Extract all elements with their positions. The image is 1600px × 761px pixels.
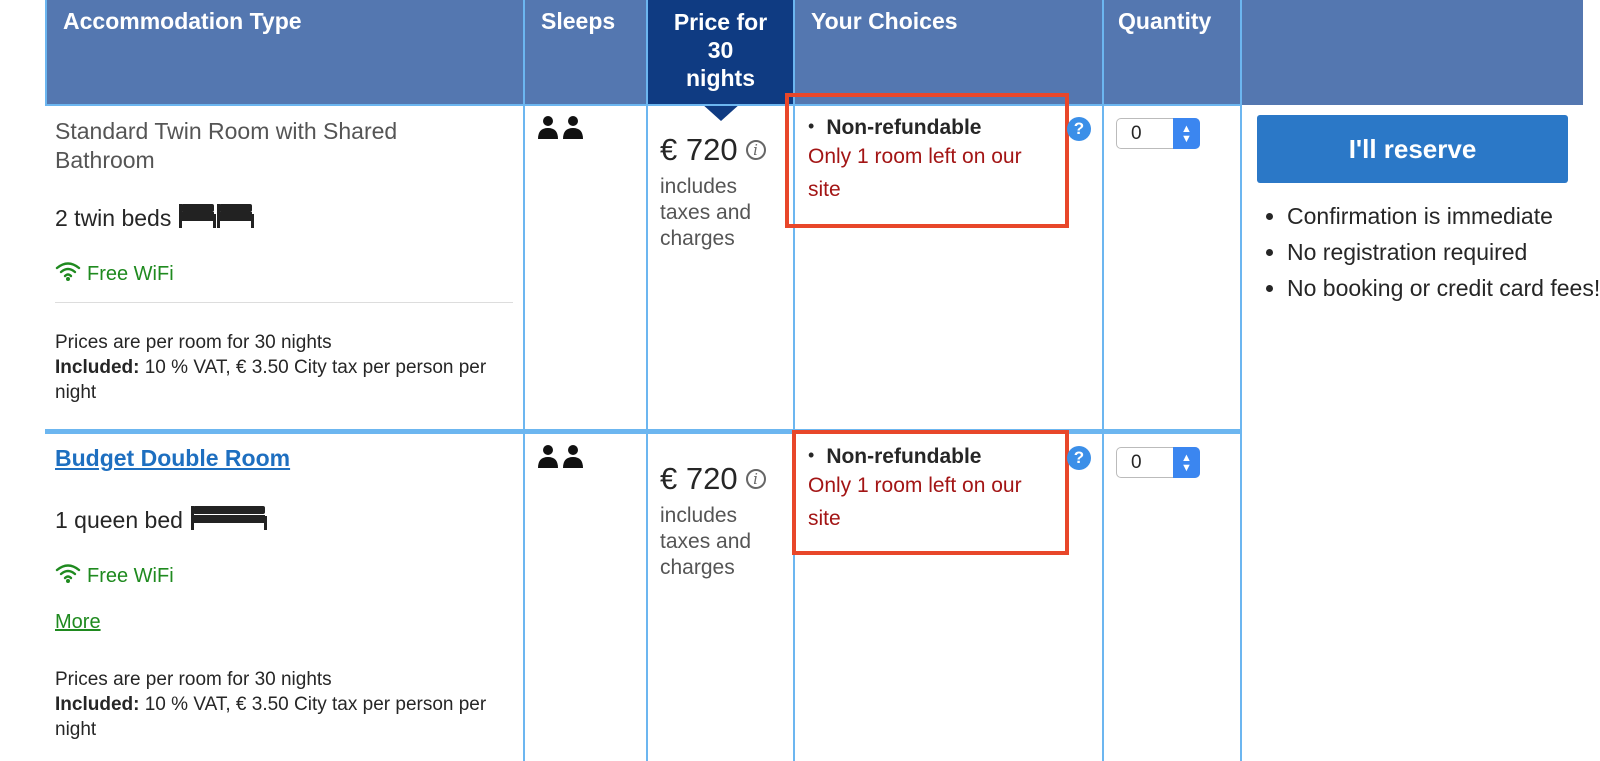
room-price: € 720 i [660, 132, 766, 168]
header-price-line1: Price for [673, 9, 768, 35]
question-icon[interactable]: ? [1067, 117, 1091, 141]
included-label: Included: [55, 694, 140, 715]
grid-line [646, 0, 648, 761]
highlight-box [792, 430, 1069, 555]
stepper-icon[interactable]: ▲ ▼ [1173, 447, 1200, 478]
prices-note: Prices are per room for 30 nights Includ… [55, 330, 495, 405]
header-sleeps: Sleeps [541, 8, 616, 34]
quantity-select[interactable]: 0 ▲ ▼ [1116, 447, 1200, 478]
included-text: Included: 10 % VAT, € 3.50 City tax per … [55, 355, 495, 405]
room-beds: 2 twin beds [55, 202, 255, 234]
room-price: € 720 i [660, 461, 766, 497]
quantity-value: 0 [1131, 451, 1142, 473]
twin-bed-icon [179, 202, 255, 234]
question-icon[interactable]: ? [1067, 446, 1091, 470]
included-text: Included: 10 % VAT, € 3.50 City tax per … [55, 692, 495, 742]
reserve-button[interactable]: I'll reserve [1257, 115, 1568, 183]
price-taxes-note: includes taxes and charges [660, 504, 752, 579]
prices-note: Prices are per room for 30 nights Includ… [55, 667, 495, 742]
highlight-box [785, 93, 1069, 228]
room-name: Standard Twin Room with Shared Bathroom [55, 118, 398, 173]
price-value: € 720 [660, 461, 738, 496]
header-price-line3: nights [686, 65, 755, 91]
stepper-icon[interactable]: ▲ ▼ [1173, 118, 1200, 149]
room-wifi-label: Free WiFi [87, 564, 174, 587]
room-wifi: Free WiFi [55, 562, 174, 590]
prices-note-text: Prices are per room for 30 nights [55, 669, 332, 690]
grid-line [1240, 0, 1242, 761]
queen-bed-icon [190, 504, 267, 536]
room-wifi-label: Free WiFi [87, 262, 174, 285]
header-your-choices: Your Choices [811, 8, 958, 34]
wifi-icon [55, 260, 81, 288]
info-icon[interactable]: i [745, 469, 766, 489]
room-wifi: Free WiFi [55, 260, 174, 288]
price-taxes-note: includes taxes and charges [660, 175, 752, 250]
price-value: € 720 [660, 132, 738, 167]
grid-line [1102, 0, 1104, 761]
perk-item: No booking or credit card fees! [1287, 274, 1600, 303]
room-beds-label: 2 twin beds [55, 204, 172, 231]
reserve-perks: Confirmation is immediate No registratio… [1257, 202, 1600, 310]
wifi-icon [55, 562, 81, 590]
header-price-line2: 30 [707, 37, 734, 63]
quantity-value: 0 [1131, 122, 1142, 144]
room-beds-label: 1 queen bed [55, 506, 183, 533]
grid-line [45, 0, 47, 105]
perk-item: Confirmation is immediate [1287, 202, 1600, 231]
room-beds: 1 queen bed [55, 504, 267, 536]
two-person-icon [537, 115, 585, 141]
quantity-select[interactable]: 0 ▲ ▼ [1116, 118, 1200, 149]
two-person-icon [537, 444, 585, 470]
divider [55, 302, 513, 303]
header-quantity: Quantity [1118, 8, 1212, 34]
prices-note-text: Prices are per room for 30 nights [55, 332, 332, 353]
perk-item: No registration required [1287, 238, 1600, 267]
room-name-link[interactable]: Budget Double Room [55, 445, 290, 472]
info-icon[interactable]: i [745, 140, 766, 160]
more-link[interactable]: More [55, 611, 101, 634]
included-label: Included: [55, 357, 140, 378]
header-accommodation-type: Accommodation Type [63, 8, 302, 34]
grid-line [523, 0, 525, 761]
header-price: Price for 30 nights [647, 0, 794, 105]
